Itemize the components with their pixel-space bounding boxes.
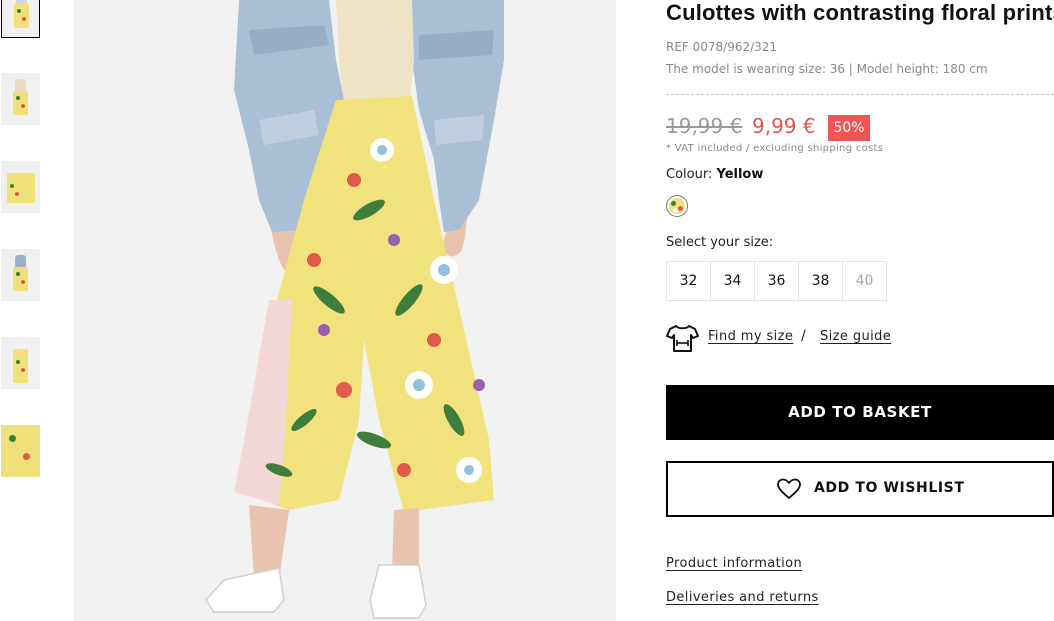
colour-row: Colour: Yellow <box>666 167 763 182</box>
original-price: 19,99 € <box>666 114 743 138</box>
thumbnail-image <box>7 167 35 207</box>
tshirt-icon <box>666 325 699 352</box>
vat-note: * VAT included / excluding shipping cost… <box>666 143 884 154</box>
thumbnail-5[interactable] <box>1 337 40 389</box>
thumbnail-image <box>1 425 40 477</box>
sale-price: 9,99 € <box>752 114 816 138</box>
size-option-36[interactable]: 36 <box>754 261 799 301</box>
thumbnail-4[interactable] <box>1 249 40 301</box>
product-information-link[interactable]: Product information <box>666 556 802 571</box>
discount-badge: 50% <box>828 115 870 141</box>
size-option-40[interactable]: 40 <box>842 261 887 301</box>
product-title: Culottes with contrasting floral prints <box>666 0 1054 25</box>
thumbnail-2[interactable] <box>1 73 40 125</box>
thumbnail-image <box>13 255 28 295</box>
product-main-image <box>74 0 616 621</box>
model-size-info: The model is wearing size: 36 | Model he… <box>666 62 988 76</box>
product-reference: REF 0078/962/321 <box>666 40 778 54</box>
thumbnail-image <box>14 0 29 32</box>
add-to-wishlist-button[interactable]: ADD TO WISHLIST <box>666 461 1054 517</box>
thumbnail-list <box>0 0 42 621</box>
size-prompt: Select your size: <box>666 235 774 250</box>
size-selector: 32 34 36 38 40 <box>666 261 887 301</box>
size-option-34[interactable]: 34 <box>710 261 755 301</box>
size-guide-link[interactable]: Size guide <box>820 329 891 344</box>
thumbnail-6[interactable] <box>1 425 40 477</box>
thumbnail-1[interactable] <box>1 0 40 38</box>
colour-label: Colour: <box>666 167 713 182</box>
size-help-row: Find my size / Size guide <box>666 323 1054 353</box>
swatch-pattern <box>669 198 685 214</box>
thumbnail-image <box>13 79 28 119</box>
heart-icon <box>777 478 801 499</box>
colour-value: Yellow <box>716 167 764 182</box>
thumbnail-image <box>13 343 28 383</box>
size-option-32[interactable]: 32 <box>666 261 711 301</box>
size-option-38[interactable]: 38 <box>798 261 843 301</box>
product-photo-illustration <box>74 0 616 621</box>
link-separator: / <box>801 328 806 344</box>
colour-swatch-yellow[interactable] <box>666 195 688 217</box>
divider <box>666 94 1054 95</box>
add-to-basket-button[interactable]: ADD TO BASKET <box>666 385 1054 440</box>
deliveries-returns-link[interactable]: Deliveries and returns <box>666 590 819 605</box>
wishlist-label: ADD TO WISHLIST <box>814 480 965 496</box>
thumbnail-3[interactable] <box>1 161 40 213</box>
product-details-panel: Culottes with contrasting floral prints … <box>666 0 1054 621</box>
find-my-size-link[interactable]: Find my size <box>708 329 793 344</box>
